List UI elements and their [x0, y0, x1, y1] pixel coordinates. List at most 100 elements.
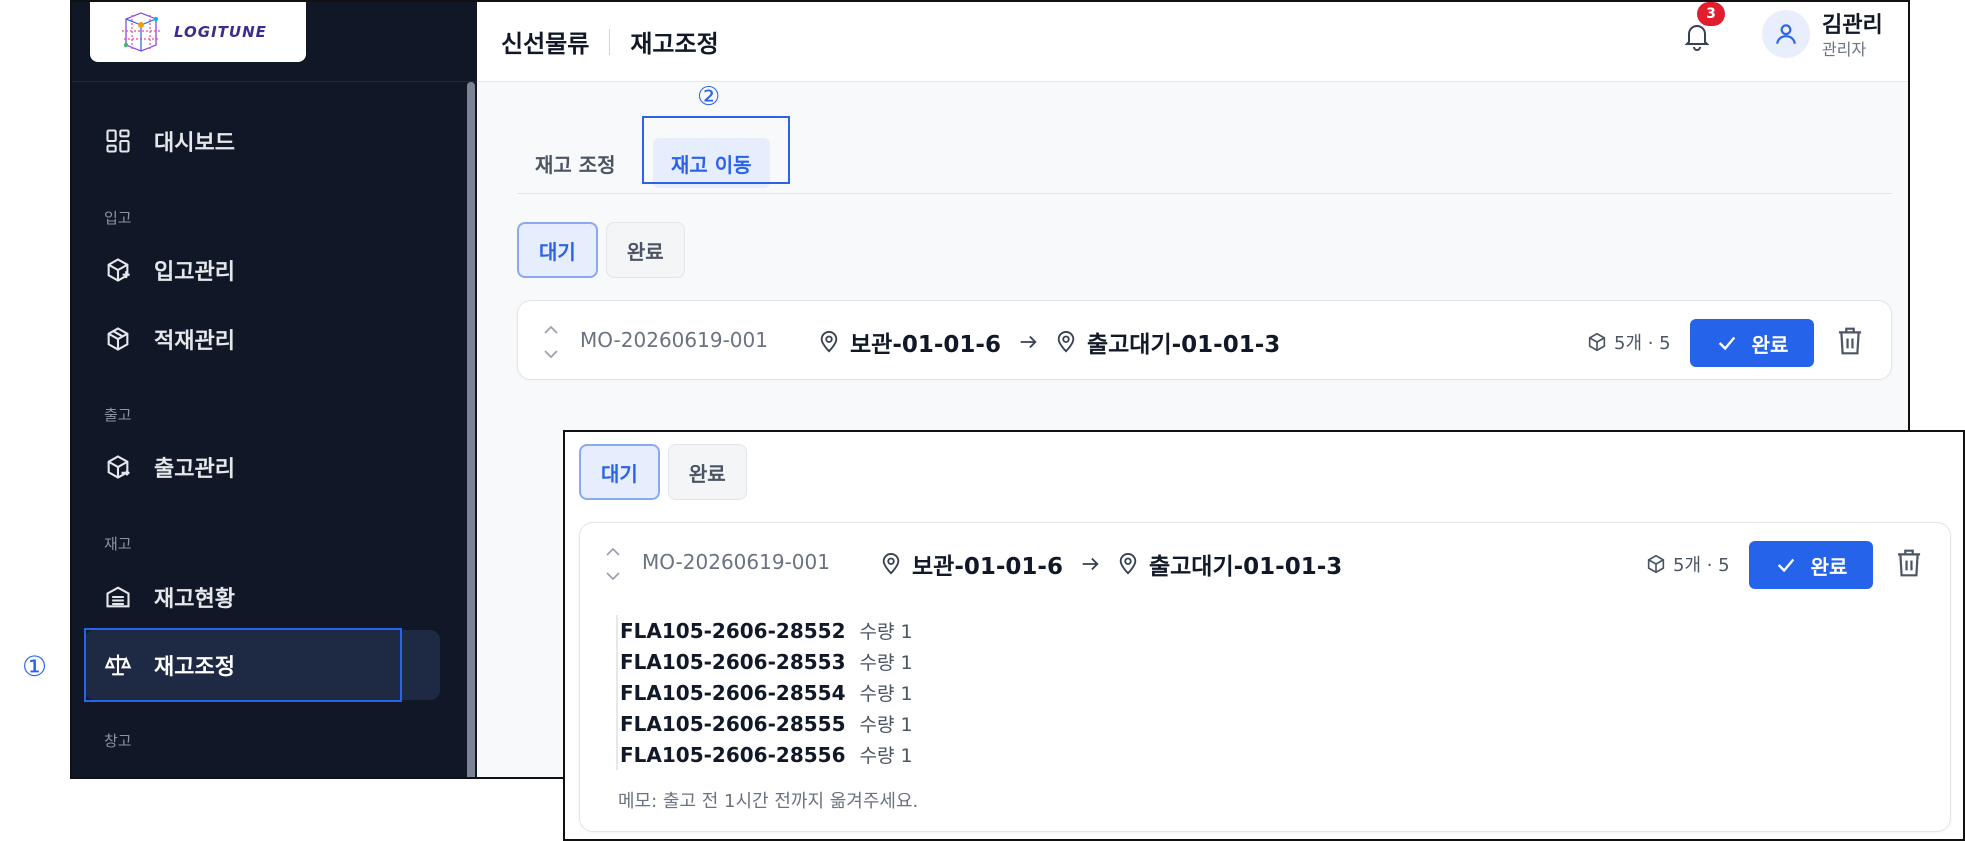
- move-to-location: 출고대기-01-01-3: [1086, 332, 1281, 358]
- lot-quantity: 수량 1: [859, 714, 913, 736]
- move-order-code: MO-20260619-001: [580, 328, 768, 352]
- scale-icon: [104, 654, 132, 676]
- logo-text: LOGITUNE: [174, 23, 267, 41]
- trash-icon[interactable]: [1835, 325, 1865, 357]
- lot-quantity: 수량 1: [859, 745, 913, 767]
- move-from-location: 보관-01-01-6: [850, 332, 1001, 358]
- section-label-outbound: 출고: [104, 406, 132, 424]
- filter-done-button[interactable]: 완료: [667, 444, 747, 500]
- box-out-icon: [107, 455, 130, 479]
- check-icon: [1777, 558, 1794, 573]
- arrow-right-icon: [1082, 557, 1099, 571]
- avatar[interactable]: [1762, 10, 1810, 58]
- move-order-card[interactable]: MO-20260619-001 보관-01-01-6 출고대기-01-01-3: [517, 300, 1892, 380]
- status-filter-group: 대기 완료: [579, 444, 747, 500]
- sidebar-item-label: 출고관리: [154, 457, 235, 482]
- logo[interactable]: LOGITUNE: [90, 2, 306, 62]
- move-memo: 메모: 출고 전 1시간 전까지 옮겨주세요.: [618, 791, 919, 812]
- lot-quantity: 수량 1: [859, 683, 913, 705]
- sidebar-item-inventory-adjust[interactable]: 재고조정: [84, 630, 440, 700]
- move-order-row: MO-20260619-001 보관-01-01-6 출고대기-01-01-3: [580, 523, 1950, 603]
- move-quantity-text: 5개 · 5: [1673, 555, 1730, 576]
- warehouse-icon: [106, 586, 130, 608]
- sidebar-item-label: 재고조정: [154, 655, 235, 680]
- sidebar-item-label: 재고현황: [154, 587, 235, 612]
- breadcrumb-root[interactable]: 신선물류: [501, 24, 589, 59]
- move-from-location: 보관-01-01-6: [912, 554, 1063, 580]
- move-to-location: 출고대기-01-01-3: [1148, 554, 1343, 580]
- logo-area: LOGITUNE: [72, 2, 477, 82]
- list-item: FLA105-2606-28554 수량 1: [620, 677, 913, 708]
- box-plus-icon: [107, 258, 130, 282]
- arrow-right-icon: [1020, 335, 1037, 349]
- move-route: 보관-01-01-6 출고대기-01-01-3: [818, 325, 1280, 359]
- chevron-updown-icon[interactable]: [604, 545, 622, 583]
- complete-button-label: 완료: [1810, 554, 1848, 579]
- sidebar-scrollbar-thumb[interactable]: [467, 82, 475, 777]
- user-icon: [1776, 24, 1796, 44]
- complete-button[interactable]: 완료: [1749, 541, 1873, 589]
- lot-number: FLA105-2606-28556: [620, 742, 846, 767]
- annotation-marker-1: ①: [22, 650, 48, 683]
- map-pin-icon: [1057, 331, 1075, 353]
- move-quantity: 5개 · 5: [1645, 551, 1730, 577]
- check-icon: [1718, 336, 1735, 351]
- section-label-warehouse: 창고: [104, 732, 132, 750]
- filter-pending-button[interactable]: 대기: [517, 222, 598, 278]
- filter-done-button[interactable]: 완료: [605, 222, 685, 278]
- top-bar: 신선물류 재고조정 3 김관리 관리자: [477, 2, 1908, 82]
- section-label-inbound: 입고: [104, 209, 132, 227]
- map-pin-icon: [1119, 553, 1137, 575]
- list-item: FLA105-2606-28553 수량 1: [620, 646, 913, 677]
- move-route: 보관-01-01-6 출고대기-01-01-3: [880, 547, 1342, 581]
- package-icon: [1588, 332, 1606, 352]
- list-item: FLA105-2606-28552 수량 1: [620, 615, 913, 646]
- tab-inventory-move[interactable]: 재고 이동: [653, 138, 770, 188]
- lot-number: FLA105-2606-28553: [620, 649, 846, 674]
- breadcrumb-divider: [609, 28, 611, 55]
- sidebar: LOGITUNE 대시보드 입고 입고관리 적재관리 출고 출고관리 재고 재고…: [72, 2, 477, 777]
- move-quantity: 5개 · 5: [1586, 329, 1671, 355]
- map-pin-icon: [820, 331, 838, 353]
- page-title: 재고조정: [630, 30, 719, 58]
- grid-icon: [106, 129, 130, 153]
- sidebar-item-dashboard[interactable]: 대시보드: [84, 106, 440, 176]
- logo-mark-icon: [122, 12, 160, 52]
- complete-button[interactable]: 완료: [1690, 319, 1814, 367]
- section-label-inventory: 재고: [104, 535, 132, 553]
- user-name: 김관리: [1822, 13, 1883, 38]
- lot-number: FLA105-2606-28552: [620, 618, 846, 643]
- lot-quantity: 수량 1: [859, 652, 913, 674]
- annotation-marker-2: ②: [697, 82, 721, 112]
- zoomed-inset: 대기 완료 MO-20260619-001 보관-01-01-6 출고대기-01…: [563, 430, 1965, 841]
- move-order-card-expanded[interactable]: MO-20260619-001 보관-01-01-6 출고대기-01-01-3: [579, 522, 1951, 832]
- sidebar-item-stacking[interactable]: 적재관리: [84, 304, 440, 374]
- sidebar-item-label: 입고관리: [154, 260, 235, 285]
- box-icon: [107, 327, 129, 351]
- map-pin-icon: [882, 553, 900, 575]
- move-detail-list: FLA105-2606-28552 수량 1 FLA105-2606-28553…: [616, 615, 913, 770]
- list-item: FLA105-2606-28555 수량 1: [620, 708, 913, 739]
- user-role: 관리자: [1822, 40, 1867, 59]
- move-order-code: MO-20260619-001: [642, 550, 830, 574]
- complete-button-label: 완료: [1751, 332, 1789, 357]
- lot-number: FLA105-2606-28554: [620, 680, 846, 705]
- move-quantity-text: 5개 · 5: [1614, 333, 1671, 354]
- tab-inventory-adjust[interactable]: 재고 조정: [517, 138, 634, 188]
- status-filter-group: 대기 완료: [517, 222, 685, 278]
- lot-number: FLA105-2606-28555: [620, 711, 846, 736]
- list-item: FLA105-2606-28556 수량 1: [620, 739, 913, 770]
- notification-badge: 3: [1697, 2, 1725, 26]
- trash-icon[interactable]: [1894, 547, 1924, 579]
- package-icon: [1647, 554, 1665, 574]
- tab-bar: 재고 조정 재고 이동: [517, 118, 1892, 194]
- move-order-row: MO-20260619-001 보관-01-01-6 출고대기-01-01-3: [518, 301, 1891, 381]
- sidebar-item-outbound[interactable]: 출고관리: [84, 432, 440, 502]
- filter-pending-button[interactable]: 대기: [579, 444, 660, 500]
- chevron-updown-icon[interactable]: [542, 323, 560, 361]
- sidebar-item-inbound[interactable]: 입고관리: [84, 235, 440, 305]
- sidebar-item-label: 적재관리: [154, 329, 235, 354]
- sidebar-item-inventory-status[interactable]: 재고현황: [84, 562, 440, 632]
- lot-quantity: 수량 1: [859, 621, 913, 643]
- sidebar-item-label: 대시보드: [154, 131, 235, 156]
